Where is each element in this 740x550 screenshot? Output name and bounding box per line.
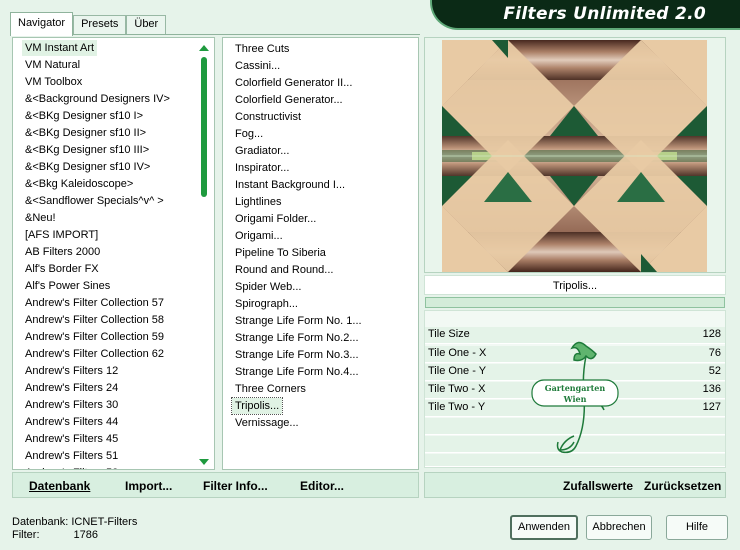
category-item[interactable]: AB Filters 2000: [22, 244, 103, 260]
category-item[interactable]: &Neu!: [22, 210, 59, 226]
filter-count-label: Filter:: [12, 529, 40, 541]
datenbank-button[interactable]: Datenbank: [29, 479, 90, 493]
apply-button[interactable]: Anwenden: [510, 515, 578, 540]
preview-image: [442, 40, 707, 272]
category-item[interactable]: Andrew's Filters 45: [22, 431, 121, 447]
filter-item[interactable]: Colorfield Generator II...: [232, 75, 355, 91]
status-info: Datenbank: ICNET-Filters Filter: 1786: [12, 516, 137, 542]
category-item[interactable]: Andrew's Filters 52: [22, 465, 121, 469]
filter-item[interactable]: Three Corners: [232, 381, 309, 397]
filter-item[interactable]: Vernissage...: [232, 415, 302, 431]
filter-item[interactable]: Round and Round...: [232, 262, 336, 278]
watermark-stamp: Gartengarten Wien: [530, 336, 622, 464]
filter-item[interactable]: Colorfield Generator...: [232, 92, 346, 108]
scroll-up-icon[interactable]: [199, 45, 209, 51]
category-item[interactable]: &<BKg Designer sf10 IV>: [22, 159, 153, 175]
category-item[interactable]: &<Sandflower Specials^v^ >: [22, 193, 167, 209]
category-item[interactable]: &<BKg Designer sf10 I>: [22, 108, 146, 124]
editor-button[interactable]: Editor...: [300, 479, 344, 493]
tab-navigator[interactable]: Navigator: [10, 12, 74, 36]
stamp-line2: Wien: [563, 394, 587, 404]
filter-item[interactable]: Constructivist: [232, 109, 304, 125]
category-scrollbar[interactable]: [196, 41, 212, 468]
filter-item[interactable]: Three Cuts: [232, 41, 292, 57]
selected-filter-name: Tripolis...: [424, 275, 726, 295]
filter-item[interactable]: Strange Life Form No.4...: [232, 364, 362, 380]
help-button[interactable]: Hilfe: [666, 515, 728, 540]
category-item[interactable]: VM Natural: [22, 57, 83, 73]
reset-button[interactable]: Zurücksetzen: [644, 479, 721, 493]
filter-item[interactable]: Inspirator...: [232, 160, 292, 176]
category-item[interactable]: VM Instant Art: [22, 40, 98, 56]
preset-button-bar: Zufallswerte Zurücksetzen: [424, 472, 726, 498]
category-item[interactable]: Andrew's Filters 51: [22, 448, 121, 464]
filter-item[interactable]: Strange Life Form No. 1...: [232, 313, 365, 329]
app-title: Filters Unlimited 2.0: [503, 4, 706, 24]
filter-item[interactable]: Tripolis...: [230, 397, 284, 415]
filter-item[interactable]: Strange Life Form No.2...: [232, 330, 362, 346]
category-item[interactable]: Andrew's Filter Collection 58: [22, 312, 167, 328]
category-item[interactable]: Andrew's Filter Collection 57: [22, 295, 167, 311]
category-item[interactable]: Andrew's Filter Collection 62: [22, 346, 167, 362]
filter-item[interactable]: Spider Web...: [232, 279, 304, 295]
filter-item[interactable]: Lightlines: [232, 194, 284, 210]
cancel-button[interactable]: Abbrechen: [586, 515, 652, 540]
category-list[interactable]: VM Instant Art VM Natural VM Toolbox &<Back…: [12, 37, 215, 470]
stamp-line1: Gartengarten: [545, 383, 606, 393]
filter-item[interactable]: Fog...: [232, 126, 266, 142]
progress-bar: [425, 297, 725, 308]
navigator-button-bar: Datenbank Import... Filter Info... Edito…: [12, 472, 419, 498]
category-item[interactable]: &<BKg Designer sf10 III>: [22, 142, 152, 158]
filter-item[interactable]: Cassini...: [232, 58, 283, 74]
filter-info-button[interactable]: Filter Info...: [203, 479, 268, 493]
category-item[interactable]: &<BKg Designer sf10 II>: [22, 125, 149, 141]
db-label: Datenbank:: [12, 516, 69, 528]
randomize-button[interactable]: Zufallswerte: [563, 479, 633, 493]
category-item[interactable]: Andrew's Filters 12: [22, 363, 121, 379]
category-item[interactable]: Alf's Power Sines: [22, 278, 113, 294]
category-item[interactable]: [AFS IMPORT]: [22, 227, 101, 243]
category-item[interactable]: Alf's Border FX: [22, 261, 102, 277]
tab-uber[interactable]: Über: [126, 15, 167, 35]
filter-item[interactable]: Origami...: [232, 228, 286, 244]
filter-item[interactable]: Gradiator...: [232, 143, 292, 159]
tab-bar: Navigator Presets Über: [10, 12, 167, 36]
filter-item[interactable]: Spirograph...: [232, 296, 301, 312]
filter-item[interactable]: Origami Folder...: [232, 211, 319, 227]
scroll-thumb[interactable]: [201, 57, 207, 197]
db-value: ICNET-Filters: [71, 516, 138, 528]
category-item[interactable]: Andrew's Filters 30: [22, 397, 121, 413]
category-item[interactable]: Andrew's Filters 44: [22, 414, 121, 430]
filter-list[interactable]: Three Cuts Cassini... Colorfield Generator…: [222, 37, 419, 470]
tab-presets[interactable]: Presets: [73, 15, 127, 35]
filter-item[interactable]: Instant Background I...: [232, 177, 348, 193]
category-item[interactable]: Andrew's Filter Collection 59: [22, 329, 167, 345]
category-item[interactable]: &<Background Designers IV>: [22, 91, 173, 107]
filter-item[interactable]: Pipeline To Siberia: [232, 245, 329, 261]
filter-item[interactable]: Strange Life Form No.3...: [232, 347, 362, 363]
category-item[interactable]: VM Toolbox: [22, 74, 85, 90]
filter-count-value: 1786: [73, 529, 98, 541]
category-item[interactable]: &<Bkg Kaleidoscope>: [22, 176, 136, 192]
category-item[interactable]: Andrew's Filters 24: [22, 380, 121, 396]
import-button[interactable]: Import...: [125, 479, 172, 493]
scroll-down-icon[interactable]: [199, 459, 209, 465]
